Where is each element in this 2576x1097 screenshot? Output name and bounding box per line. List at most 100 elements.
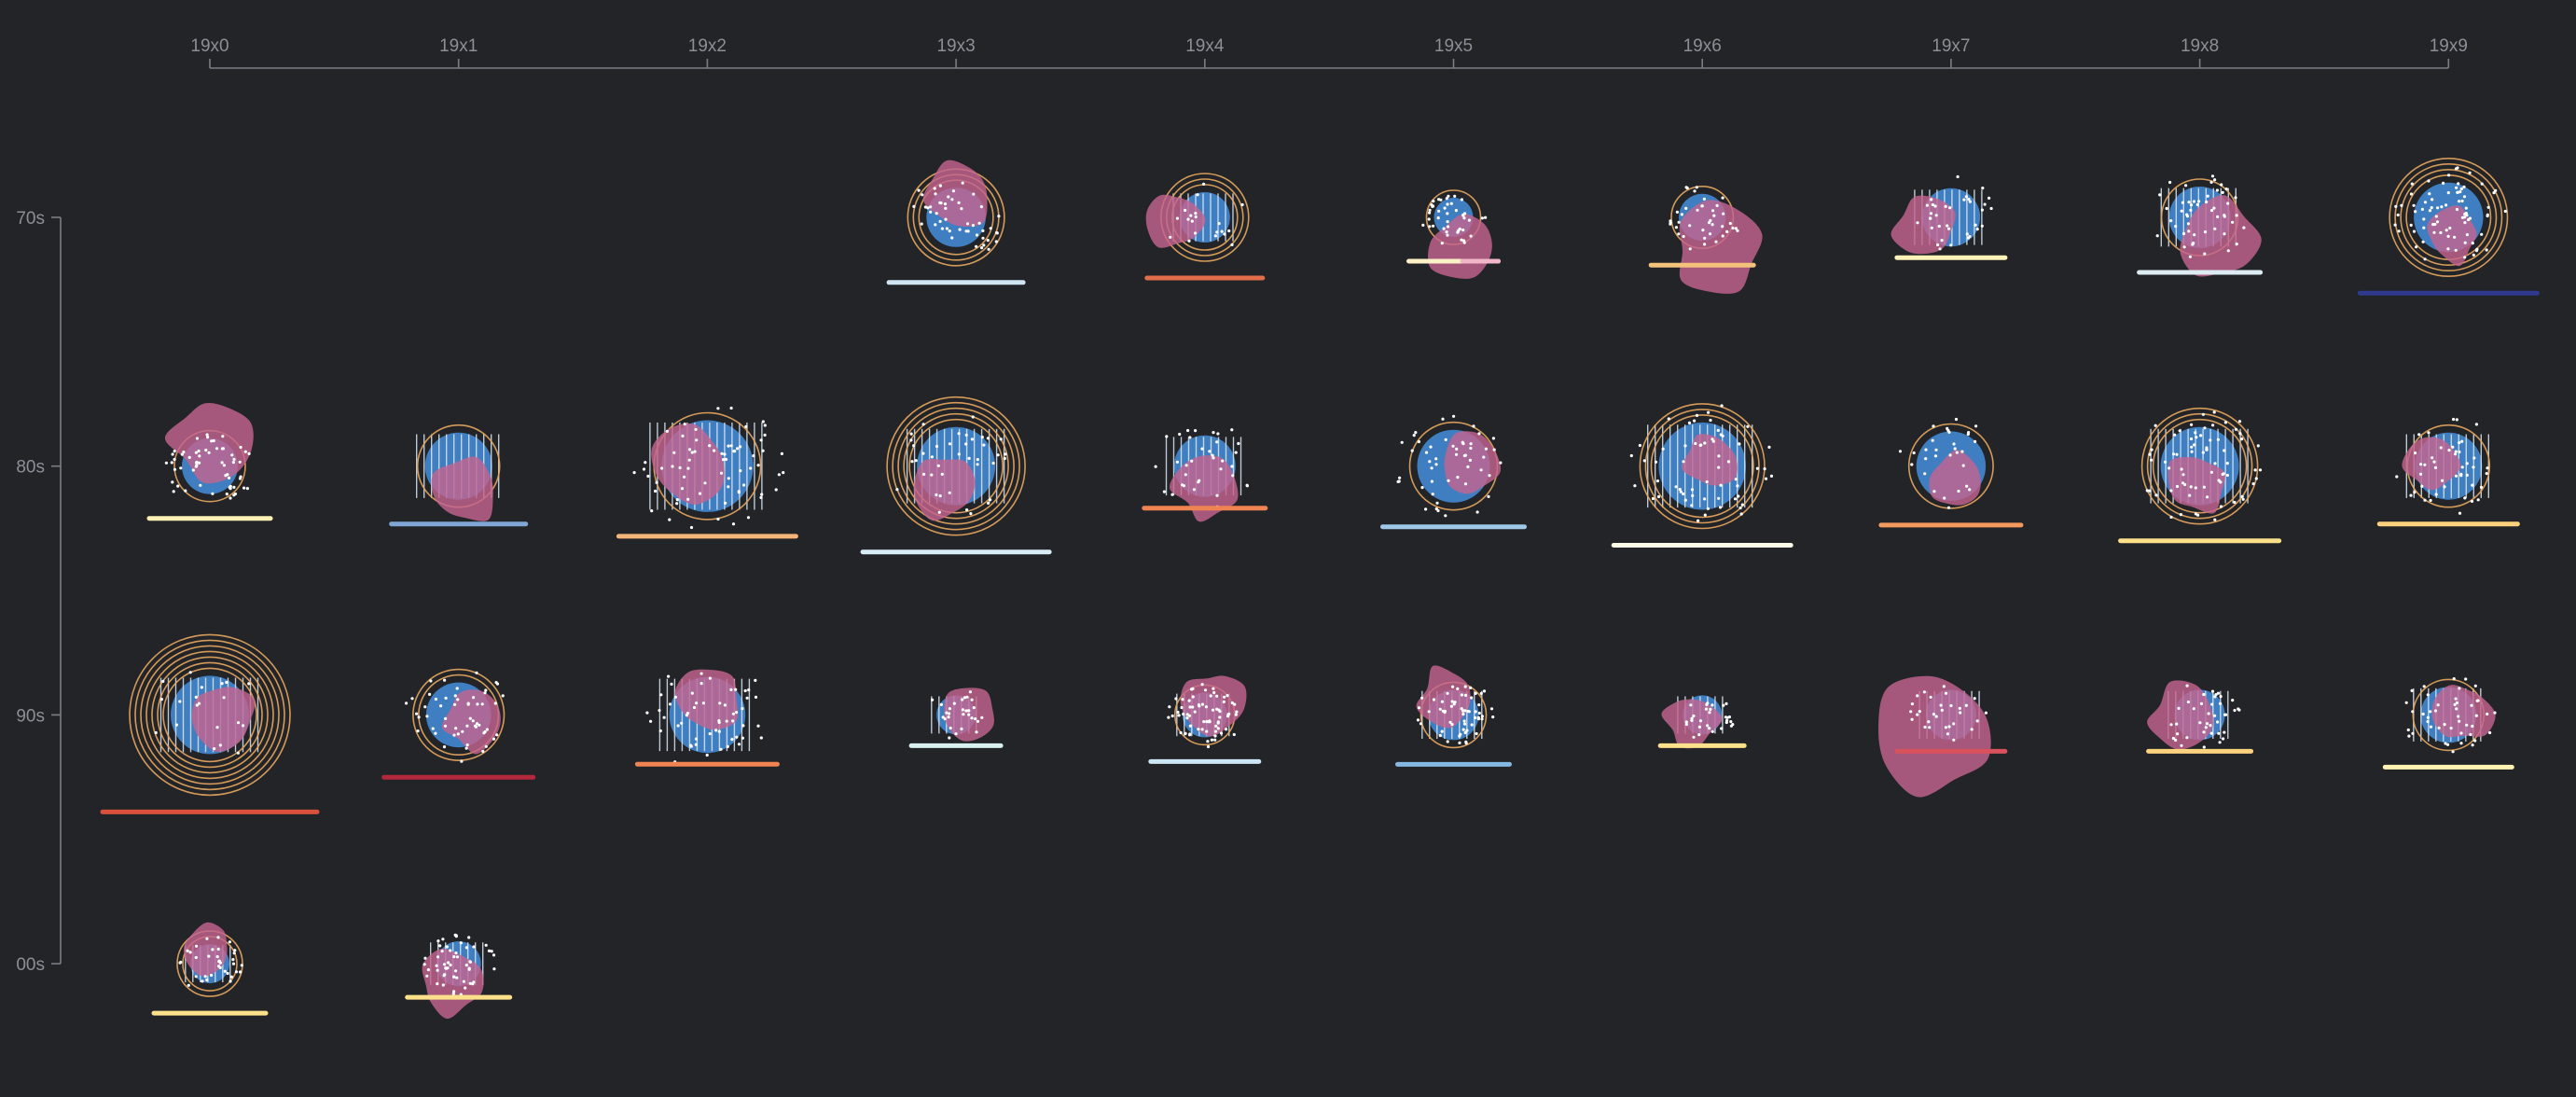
scatter-dot: [247, 451, 251, 455]
year-glyph-1973: [886, 160, 1026, 285]
scatter-dot: [2202, 485, 2206, 489]
scatter-dot: [980, 246, 984, 250]
scatter-dot: [689, 525, 694, 530]
scatter-dot: [1174, 697, 1178, 701]
scatter-dot: [416, 729, 420, 733]
scatter-dot: [1703, 236, 1707, 240]
y-tick-label: 90s: [16, 706, 45, 726]
scatter-dot: [2409, 223, 2413, 227]
scatter-dot: [2463, 496, 2467, 500]
x-axis: 19x0 19x1 19x2 19x3 19x4 19x5 19x6 19x7 19x8 19x9: [190, 36, 2468, 68]
scatter-dot: [1974, 223, 1977, 227]
scatter-dot: [1451, 444, 1455, 448]
scatter-dot: [2471, 743, 2474, 747]
scatter-dot: [938, 494, 942, 498]
scatter-dot: [961, 181, 964, 185]
scatter-dot: [2458, 719, 2461, 723]
scatter-dot: [763, 424, 767, 427]
scatter-dot: [996, 453, 1000, 457]
scatter-dot: [2464, 677, 2468, 681]
scatter-dot: [173, 450, 176, 453]
scatter-dot: [1202, 182, 1206, 186]
scatter-dot: [989, 498, 992, 502]
scatter-dot: [2475, 699, 2479, 702]
scatter-dot: [1221, 459, 1225, 463]
scatter-dot: [1898, 450, 1903, 453]
scatter-dot: [2178, 429, 2181, 433]
scatter-dot: [440, 950, 444, 953]
scatter-dot: [1711, 209, 1715, 213]
scatter-dot: [232, 485, 236, 490]
scatter-dot: [1419, 722, 1423, 726]
scatter-dot: [2480, 182, 2484, 186]
scatter-dot: [2226, 201, 2230, 205]
scatter-dot: [1932, 713, 1935, 716]
scatter-dot: [182, 451, 186, 454]
scatter-dot: [1696, 208, 1699, 212]
scatter-dot: [1226, 694, 1229, 698]
scatter-dot: [2465, 723, 2469, 727]
scatter-dot: [492, 953, 496, 957]
scatter-dot: [2209, 470, 2213, 474]
scatter-dot: [1764, 477, 1768, 480]
scatter-dot: [454, 727, 458, 730]
scatter-dot: [224, 474, 228, 478]
scatter-dot: [1458, 227, 1461, 231]
scatter-dot: [2420, 207, 2424, 211]
scatter-dot: [1934, 214, 1938, 217]
scatter-dot: [1708, 711, 1711, 715]
scatter-dot: [2451, 750, 2455, 754]
scatter-dot: [724, 501, 727, 505]
scatter-dot: [1437, 198, 1441, 201]
scatter-dot: [1443, 709, 1447, 714]
scatter-dot: [232, 457, 236, 461]
scatter-dot: [2415, 245, 2418, 249]
scatter-dot: [1227, 712, 1231, 716]
scatter-dot: [2177, 706, 2181, 711]
scatter-dot: [1194, 215, 1198, 219]
scatter-dot: [483, 691, 487, 695]
scatter-dot: [1468, 458, 1472, 462]
scatter-dot: [2428, 209, 2432, 213]
scatter-dot: [722, 458, 726, 462]
scatter-dot: [1188, 724, 1192, 728]
scatter-dot: [1461, 228, 1465, 232]
scatter-dot: [944, 206, 948, 210]
scatter-dot: [1450, 700, 1454, 703]
scatter-dot: [1929, 216, 1932, 220]
scatter-dot: [1446, 220, 1449, 224]
scatter-dot: [1461, 440, 1464, 444]
scatter-dot: [699, 682, 703, 686]
scatter-dot: [654, 489, 658, 493]
scatter-dot: [2443, 723, 2446, 727]
scatter-dot: [2180, 743, 2183, 747]
scatter-dot: [1431, 493, 1434, 496]
scatter-dot: [1215, 493, 1219, 497]
scatter-dot: [2431, 223, 2435, 227]
scatter-dot: [1729, 720, 1733, 724]
scatter-dot: [719, 747, 723, 751]
scatter-dot: [1675, 210, 1679, 214]
scatter-dot: [468, 960, 472, 964]
scatter-dot: [2203, 230, 2208, 234]
x-tick-label: 19x1: [439, 36, 478, 56]
scatter-dot: [1710, 703, 1714, 707]
scatter-dot: [2431, 456, 2434, 460]
scatter-dot: [429, 679, 433, 683]
scatter-dot: [2407, 734, 2411, 738]
scatter-dot: [216, 947, 220, 951]
scatter-dot: [655, 480, 658, 485]
scatter-dot: [1710, 729, 1714, 733]
scatter-dot: [238, 477, 242, 480]
scatter-dot: [2223, 449, 2226, 452]
scatter-dot: [982, 243, 986, 247]
scatter-dot: [703, 481, 707, 485]
scatter-dot: [1717, 465, 1721, 469]
anomaly-blob: [2431, 685, 2496, 738]
scatter-dot: [1491, 715, 1495, 719]
scatter-dot: [910, 460, 914, 464]
scatter-dot: [1491, 437, 1495, 440]
scatter-dot: [1440, 729, 1444, 733]
scatter-dot: [1633, 484, 1637, 488]
scatter-dot: [1191, 705, 1195, 709]
